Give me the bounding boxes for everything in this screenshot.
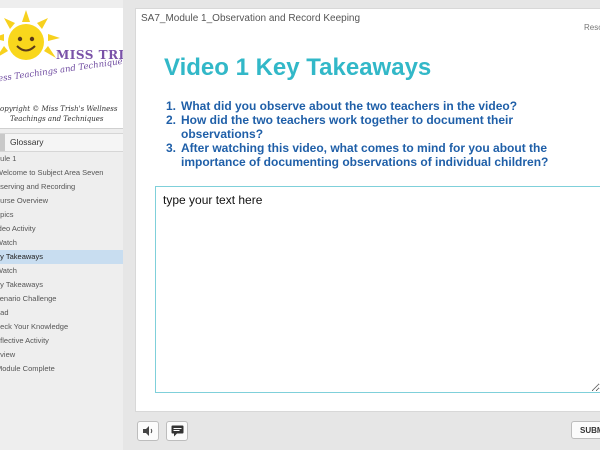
audio-button[interactable] (137, 421, 159, 441)
question-number: 2. (166, 113, 177, 127)
menu-item[interactable]: opics (0, 208, 123, 222)
logo: MISS TRISH'S ness Teachings and Techniqu… (0, 8, 123, 129)
submit-button[interactable]: SUBM (571, 421, 600, 439)
tab-menu-indicator[interactable] (0, 134, 5, 151)
resources-link[interactable]: Reso (584, 23, 600, 32)
outline-menu: dule 1Welcome to Subject Area Sevenbserv… (0, 152, 123, 376)
menu-item[interactable]: ead (0, 306, 123, 320)
player-controls (135, 412, 600, 450)
response-textarea[interactable]: type your text here (155, 186, 600, 393)
menu-item[interactable]: heck Your Knowledge (0, 320, 123, 334)
question-text: What did you observe about the two teach… (181, 99, 518, 113)
question-item: 1. What did you observe about the two te… (166, 99, 596, 113)
captions-button[interactable] (166, 421, 188, 441)
question-text: How did the two teachers work together t… (181, 113, 514, 141)
menu-item[interactable]: cenario Challenge (0, 292, 123, 306)
question-item: 3. After watching this video, what comes… (166, 141, 596, 169)
menu-item[interactable]: ourse Overview (0, 194, 123, 208)
question-list: 1. What did you observe about the two te… (166, 99, 596, 169)
menu-item[interactable]: dule 1 (0, 152, 123, 166)
question-item: 2. How did the two teachers work togethe… (166, 113, 596, 141)
menu-item[interactable]: eview (0, 348, 123, 362)
copyright-line: opyright © Miss Trish's Wellness (0, 105, 118, 113)
question-text: After watching this video, what comes to… (181, 141, 549, 169)
menu-item[interactable]: Watch (0, 236, 123, 250)
menu-item[interactable]: ideo Activity (0, 222, 123, 236)
menu-item[interactable]: ey Takeaways (0, 278, 123, 292)
speaker-icon (143, 426, 153, 436)
sidebar-tab-bar: Glossary (0, 133, 123, 152)
logo-copyright: opyright © Miss Trish's Wellness Teachin… (0, 104, 123, 124)
slide-title: Video 1 Key Takeaways (164, 54, 432, 81)
menu-item[interactable]: ey Takeaways (0, 250, 123, 264)
menu-item[interactable]: bserving and Recording (0, 180, 123, 194)
course-title: SA7_Module 1_Observation and Record Keep… (141, 13, 361, 24)
sidebar: MISS TRISH'S ness Teachings and Techniqu… (0, 0, 123, 450)
copyright-line: Teachings and Techniques (10, 115, 104, 123)
question-number: 3. (166, 141, 177, 155)
captions-icon (171, 425, 183, 437)
sun-icon (0, 10, 60, 60)
menu-item[interactable]: Welcome to Subject Area Seven (0, 166, 123, 180)
menu-item[interactable]: Module Complete (0, 362, 123, 376)
question-number: 1. (166, 99, 177, 113)
menu-item[interactable]: eflective Activity (0, 334, 123, 348)
tab-glossary[interactable]: Glossary (10, 137, 44, 147)
menu-item[interactable]: Watch (0, 264, 123, 278)
